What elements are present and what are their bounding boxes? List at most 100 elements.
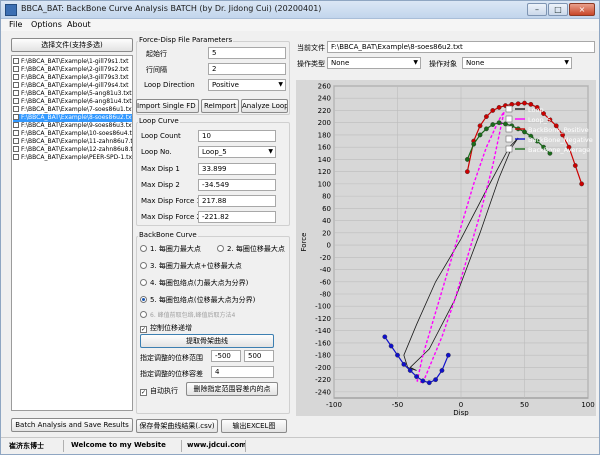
loop-count-input[interactable]: 10 — [198, 130, 276, 142]
y-tick-label: -120 — [315, 315, 331, 323]
max-disp1-input[interactable]: 33.899 — [198, 163, 276, 175]
file-checkbox[interactable] — [13, 138, 19, 144]
file-list-item[interactable]: F:\BBCA_BAT\Example\12-zahn86u8.txt — [13, 146, 132, 154]
minimize-button[interactable]: – — [527, 3, 547, 16]
control-disp-checkbox[interactable]: ✓ 控制位移递增 — [140, 323, 192, 333]
file-list-item[interactable]: F:\BBCA_BAT\Example\2-gill79s2.txt — [13, 66, 132, 74]
max-disp2-input[interactable]: -34.549 — [198, 179, 276, 191]
app-window: BBCA_BAT: BackBone Curve Analysis BATCH … — [0, 0, 600, 455]
file-list-item[interactable]: F:\BBCA_BAT\Example\6-ang81u4.txt — [13, 98, 132, 106]
batch-analysis-button[interactable]: Batch Analysis and Save Results — [11, 418, 133, 432]
data-point — [477, 123, 483, 129]
file-checkbox[interactable] — [13, 58, 19, 64]
loop-no-select[interactable]: Loop_5 ▼ — [198, 146, 276, 158]
file-checkbox[interactable] — [13, 74, 19, 80]
file-checkbox[interactable] — [13, 82, 19, 88]
disp-range-min-input[interactable]: -500 — [211, 350, 241, 362]
file-list-item[interactable]: F:\BBCA_BAT\Example\11-zahn86u7.txt — [13, 138, 132, 146]
y-tick-label: 180 — [318, 131, 331, 139]
auto-run-checkbox[interactable]: ✓ 自动执行 — [140, 386, 178, 396]
file-list-item[interactable]: F:\BBCA_BAT\Example\1-gill79s1.txt — [13, 58, 132, 66]
data-point — [522, 129, 527, 135]
reimport-button[interactable]: ReImport — [201, 99, 239, 113]
app-icon — [5, 4, 17, 16]
menu-about[interactable]: About — [67, 20, 91, 29]
file-checkbox[interactable] — [13, 66, 19, 72]
menu-file[interactable]: File — [9, 20, 22, 29]
website-link[interactable]: www.jdcui.com — [187, 441, 246, 449]
option-force-disp-max-radio[interactable]: 3. 每圈力最大点+位移最大点 — [140, 261, 242, 271]
row-interval-input[interactable]: 2 — [208, 63, 286, 75]
option-envelope-disp-radio[interactable]: 5. 每圈包络点(位移最大点为分界) — [140, 295, 255, 305]
op-target-select[interactable]: None ▼ — [462, 57, 572, 69]
legend-checkbox — [505, 115, 513, 123]
legend-checkbox — [505, 135, 513, 143]
max-force2-input[interactable]: -221.82 — [198, 211, 276, 223]
title-bar: BBCA_BAT: BackBone Curve Analysis BATCH … — [1, 1, 599, 19]
analyze-loop-button[interactable]: Analyze Loop — [241, 99, 288, 113]
file-path-label: F:\BBCA_BAT\Example\6-ang81u4.txt — [21, 98, 132, 105]
file-list-item[interactable]: F:\BBCA_BAT\Example\10-soes86u4.txt — [13, 130, 132, 138]
file-checkbox[interactable] — [13, 130, 19, 136]
file-checkbox[interactable] — [13, 114, 19, 120]
y-tick-label: -140 — [315, 327, 331, 335]
save-backbone-button[interactable]: 保存骨架曲线结果(.csv) — [136, 419, 218, 433]
file-list-item[interactable]: F:\BBCA_BAT\Example\9-soes86u3.txt — [13, 122, 132, 130]
option-mixed-radio[interactable]: 6. 峰值前取包络,峰值后取方法4 — [140, 310, 235, 319]
import-file-button[interactable]: Import Single FD File — [136, 99, 199, 113]
op-type-select[interactable]: None ▼ — [327, 57, 421, 69]
data-point — [433, 377, 439, 383]
current-file-label: 当前文件 — [297, 44, 325, 52]
start-row-input[interactable]: 5 — [208, 47, 286, 59]
current-file-input[interactable]: F:\BBCA_BAT\Example\8-soes86u2.txt — [327, 41, 595, 53]
data-point — [503, 121, 508, 127]
loop-direction-select[interactable]: Positive ▼ — [208, 79, 286, 91]
menu-options[interactable]: Options — [31, 20, 62, 29]
file-path-label: F:\BBCA_BAT\Example\5-ang81u3.txt — [21, 90, 132, 97]
file-checkbox[interactable] — [13, 154, 19, 160]
file-list-item[interactable]: F:\BBCA_BAT\Example\3-gill79s3.txt — [13, 74, 132, 82]
delete-points-button[interactable]: 删除指定范围容差内的点 — [186, 382, 278, 396]
export-excel-button[interactable]: 输出EXCEL图 — [221, 419, 287, 433]
file-list[interactable]: F:\BBCA_BAT\Example\1-gill79s1.txt F:\BBC… — [11, 55, 133, 411]
y-tick-label: 200 — [318, 119, 331, 127]
file-checkbox[interactable] — [13, 90, 19, 96]
file-checkbox[interactable] — [13, 122, 19, 128]
disp-range-max-input[interactable]: 500 — [244, 350, 274, 362]
radio-dot — [140, 311, 147, 318]
maximize-button[interactable]: □ — [548, 3, 568, 16]
legend-checkbox — [505, 105, 513, 113]
force-disp-chart[interactable]: 260 240 220 200 180 160 140 120 100 80 60 40 20 0 -20-… — [296, 80, 596, 417]
y-tick-label: 160 — [318, 144, 331, 152]
y-tick-label: -20 — [320, 254, 331, 262]
op-type-label: 操作类型 — [297, 60, 325, 68]
file-list-item[interactable]: F:\BBCA_BAT\Example\5-ang81u3.txt — [13, 90, 132, 98]
file-path-label: F:\BBCA_BAT\Example\2-gill79s2.txt — [21, 66, 129, 73]
close-button[interactable]: × — [569, 3, 595, 16]
option-envelope-force-radio[interactable]: 4. 每圈包络点(力最大点为分界) — [140, 278, 248, 288]
file-list-item[interactable]: F:\BBCA_BAT\Example\4-gill79s4.txt — [13, 82, 132, 90]
file-path-label: F:\BBCA_BAT\Example\PEER-SPD-1.txt — [21, 154, 132, 161]
file-list-item[interactable]: F:\BBCA_BAT\Example\PEER-SPD-1.txt — [13, 154, 132, 162]
y-tick-label: -180 — [315, 352, 331, 360]
option-disp-max-radio[interactable]: 2. 每圈位移最大点 — [217, 244, 285, 254]
file-checkbox[interactable] — [13, 106, 19, 112]
file-list-item[interactable]: F:\BBCA_BAT\Example\8-soes86u2.txt — [13, 114, 132, 122]
data-point — [579, 181, 585, 187]
loop-no-label: Loop No. — [141, 148, 172, 156]
data-point — [483, 114, 489, 119]
select-files-button[interactable]: 选择文件(支持多选) — [11, 38, 133, 52]
menu-bar: File Options About — [1, 19, 599, 31]
disp-tolerance-input[interactable]: 4 — [211, 366, 274, 378]
extract-backbone-button[interactable]: 提取骨架曲线 — [140, 334, 274, 348]
file-path-label: F:\BBCA_BAT\Example\12-zahn86u8.txt — [21, 146, 132, 153]
file-list-item[interactable]: F:\BBCA_BAT\Example\7-soes86u1.txt — [13, 106, 132, 114]
disp-range-label: 指定调整的位移范围 — [140, 354, 203, 362]
file-checkbox[interactable] — [13, 98, 19, 104]
max-force1-input[interactable]: 217.88 — [198, 195, 276, 207]
file-path-label: F:\BBCA_BAT\Example\4-gill79s4.txt — [21, 82, 129, 89]
max-force1-label: Max Disp Force 1 — [141, 197, 201, 205]
option-force-max-radio[interactable]: 1. 每圈力最大点 — [140, 244, 201, 254]
status-divider — [63, 440, 64, 452]
file-checkbox[interactable] — [13, 146, 19, 152]
